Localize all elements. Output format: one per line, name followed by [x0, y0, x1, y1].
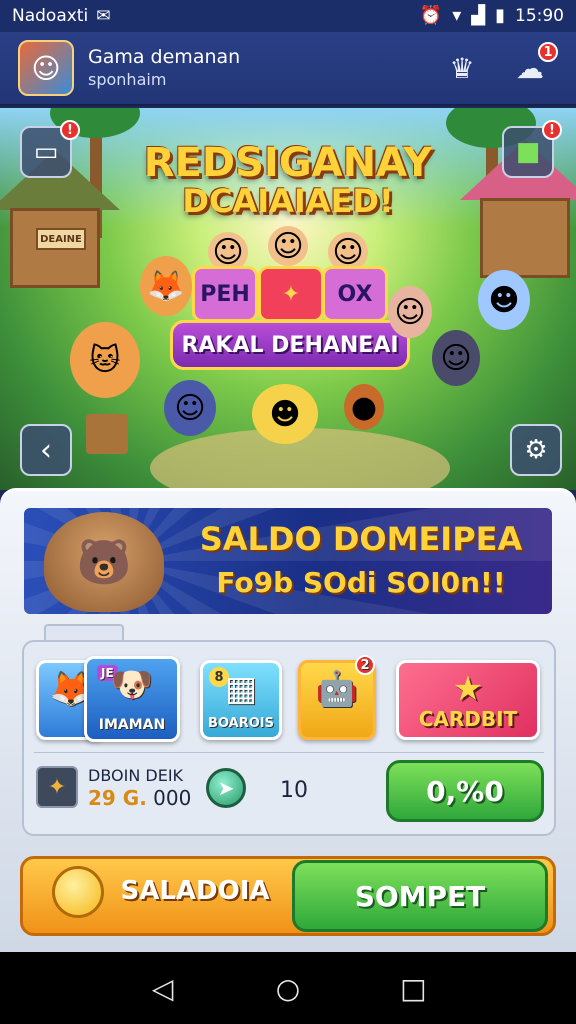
action-label[interactable]: SALADOIA — [110, 876, 280, 906]
board-game-icon: ▦ — [224, 669, 258, 709]
alarm-icon: ⏰ — [419, 5, 443, 26]
robot-icon: 🤖 — [315, 669, 359, 709]
nav-recents-icon[interactable]: □ — [393, 968, 433, 1008]
card-label: IMAMAN — [98, 717, 166, 733]
system-navbar: ◁ ○ □ — [0, 952, 576, 1024]
character-kid: ☺ — [268, 226, 308, 266]
hero-title: REDSIGANAY — [143, 140, 433, 186]
chef-hat-button[interactable]: ♛ — [440, 46, 484, 90]
inventory-button[interactable]: ▭ ! — [20, 120, 80, 178]
card-badge: 2 — [355, 655, 375, 675]
gem-icon: ➤ — [206, 768, 246, 808]
hero-subtitle: DCAIAIAED! — [182, 182, 394, 220]
character-ninja: ☺ — [164, 380, 216, 436]
card-label: CARDBIT — [418, 707, 518, 731]
reward-tile[interactable]: PEH — [192, 266, 258, 322]
shop-badge: ! — [542, 120, 562, 140]
app-notification-icon: ✉ — [96, 6, 111, 26]
card-dog[interactable]: JE 🐶 IMAMAN — [84, 656, 180, 742]
hut-sign: DEAINE — [36, 228, 86, 250]
stat-label: DBOIN DEIK — [88, 766, 184, 785]
character-girl: ☺ — [388, 286, 432, 338]
signal-icon: ▟ — [471, 5, 486, 26]
chat-bubble-icon[interactable] — [52, 866, 104, 918]
price-button[interactable]: 0,%0 — [386, 760, 544, 822]
stat-value-highlight: 29 G. — [88, 786, 147, 810]
wifi-icon: ▾ — [452, 5, 462, 26]
gear-icon: ⚙ — [524, 435, 548, 465]
stat-value: 29 G. 000 — [88, 786, 191, 810]
nav-home-icon[interactable]: ○ — [268, 968, 308, 1008]
nav-back-icon[interactable]: ◁ — [143, 968, 183, 1008]
app-subtitle: sponhaim — [88, 69, 167, 89]
character-cat-hero: 🐱 — [70, 322, 140, 398]
green-item-icon: ■ — [515, 137, 541, 167]
divider — [34, 752, 544, 753]
panel-tab[interactable] — [44, 624, 124, 640]
card-combat[interactable]: ★ CARDBIT — [396, 660, 540, 740]
back-button[interactable]: ‹ — [20, 424, 72, 476]
reward-tile-gold[interactable]: ✦ — [258, 266, 324, 322]
battery-item-icon: ▭ — [33, 137, 59, 167]
chevron-left-icon: ‹ — [40, 432, 52, 468]
submit-button[interactable]: SOMPET — [292, 860, 548, 932]
game-avatar-icon[interactable]: ☺ — [18, 40, 74, 96]
status-bar: Nadoaxti ✉ ⏰ ▾ ▟ ▮ 15:90 — [0, 0, 576, 32]
promo-title: SALDO DOMEIPEA — [199, 520, 523, 558]
inventory-badge: ! — [60, 120, 80, 140]
promo-subtitle: Fo9b SOdi SOI0n!! — [216, 566, 506, 599]
notification-badge: 1 — [538, 42, 558, 62]
app-header: ☺ Gama demanan sponhaim ♛ ☁ 1 — [0, 32, 576, 106]
character-fox: 🦊 — [140, 256, 192, 316]
chef-hat-icon: ♛ — [449, 51, 475, 85]
settings-button[interactable]: ⚙ — [510, 424, 562, 476]
status-time: 15:90 — [515, 6, 564, 26]
wooden-crate — [86, 414, 128, 454]
notifications-button[interactable]: ☁ 1 — [508, 42, 558, 90]
gem-count: 10 — [280, 778, 308, 803]
stat-value-rest: 000 — [153, 786, 192, 810]
app-title: Gama demanan — [88, 46, 241, 69]
card-board[interactable]: 8 ▦ BOAROIS — [200, 660, 282, 740]
carrier-name: Nadoaxti — [12, 6, 89, 26]
character-warrior: ☺ — [432, 330, 480, 386]
battery-icon: ▮ — [495, 5, 505, 26]
card-label: BOAROIS — [208, 716, 274, 731]
hero-banner[interactable]: RAKAL DEHANEAI — [170, 320, 410, 370]
bear-mascot-icon: 🐻 — [44, 512, 164, 612]
coin-icon: ✦ — [36, 766, 78, 808]
star-icon: ★ — [452, 669, 484, 709]
reward-tile[interactable]: OX — [322, 266, 388, 322]
character-robot: ☻ — [478, 270, 530, 330]
character-bee: ☻ — [252, 384, 318, 444]
character-acorn: ● — [344, 384, 384, 430]
shop-button[interactable]: ■ ! — [502, 120, 562, 178]
card-robot[interactable]: 🤖 2 — [298, 655, 376, 740]
dog-icon: 🐶 — [110, 665, 154, 705]
